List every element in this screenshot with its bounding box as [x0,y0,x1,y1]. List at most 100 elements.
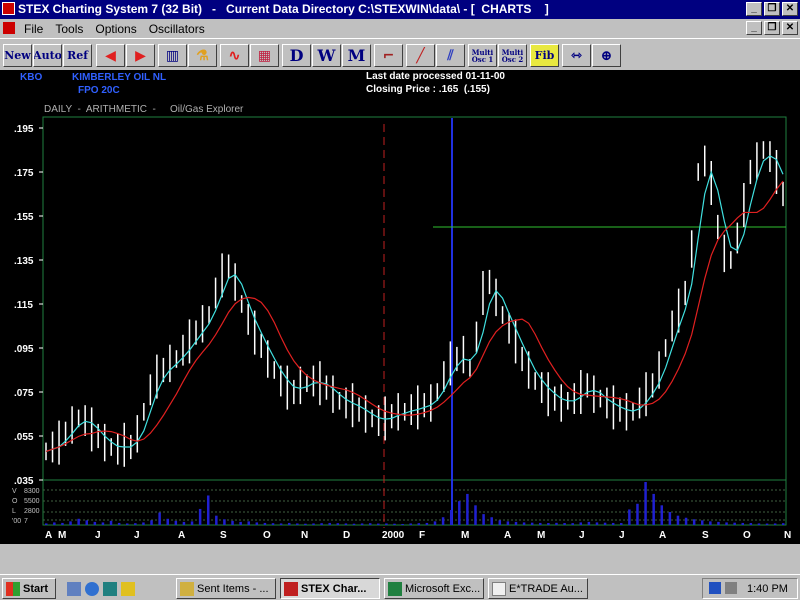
volume-bar [490,517,493,525]
window-bottom [0,544,800,574]
flask-icon[interactable]: ⚗ [188,44,217,67]
volume-bar [765,523,769,525]
price-chart[interactable]: .195.175.155.135.115.095.075.055.035VOL'… [0,70,800,544]
measure-icon[interactable]: ⇿ [562,44,591,67]
channel-icon-quick[interactable] [103,581,117,596]
ref-button[interactable]: Ref [63,44,92,67]
volume-bar [563,523,566,525]
app-icon[interactable] [2,2,15,15]
volume-bar [749,523,753,525]
volume-bar [85,520,88,525]
auto-button[interactable]: Auto [33,44,62,67]
monthly-button[interactable]: M [342,44,371,67]
volume-bar [668,512,672,525]
volume-bar [247,521,250,525]
fib-button[interactable]: Fib [530,44,559,67]
x-month-label: F [419,530,425,541]
volume-bar [701,520,704,525]
task-sent-items[interactable]: Sent Items - ... [176,578,276,599]
volume-bar [174,520,178,525]
volume-scale-label: 8300 [24,488,40,495]
volume-bar [571,523,574,525]
bar-chart-icon[interactable]: ▥ [158,44,187,67]
y-tick-label: .175 [14,168,34,179]
task-etrade[interactable]: E*TRADE Au... [488,578,588,599]
doc-restore-button[interactable]: ❐ [764,21,780,35]
volume-bar [466,493,469,525]
volume-bar [296,523,299,525]
doc-minimize-button[interactable]: _ [746,21,762,35]
volume-bar [304,523,307,525]
x-month-label: A [504,530,511,541]
volume-bar [757,523,761,525]
multi-osc2-button-label: Multi Osc 2 [501,47,524,64]
volume-bar [93,521,97,525]
weekly-button[interactable]: W [312,44,341,67]
volume-bar [474,505,477,525]
window-title: STEX Charting System 7 (32 Bit) - Curren… [18,2,549,16]
restore-button[interactable]: ❐ [764,2,780,16]
chart-app-icon [284,581,298,596]
x-month-label: D [343,530,350,541]
volume-bar [506,521,510,525]
channel-icon[interactable]: ⫽ [436,44,465,67]
menu-options[interactable]: Options [95,22,136,36]
window-controls: _ ❐ ✕ [746,2,798,16]
volume-bar [198,508,202,525]
line-chart-icon[interactable]: ∿ [220,44,249,67]
task-stex-charts[interactable]: STEX Char... [280,578,380,599]
close-button[interactable]: ✕ [782,2,798,16]
menu-oscillators[interactable]: Oscillators [149,22,205,36]
volume-bar [77,518,80,525]
trendline-corner-icon[interactable]: ⌐ [374,44,403,67]
volume-bar [539,522,542,525]
volume-bar [782,523,785,525]
excel-icon [388,581,402,596]
chart-area[interactable]: KBO KIMBERLEY OIL NL FPO 20C Last date p… [0,70,800,544]
task-excel[interactable]: Microsoft Exc... [384,578,484,599]
grid-chart-icon[interactable]: ▦ [250,44,279,67]
network-icon[interactable] [709,582,721,594]
volume-bar [61,522,64,525]
volume-bar [320,523,323,525]
daily-button[interactable]: D [282,44,311,67]
x-month-label: M [461,530,469,541]
volume-bar [587,521,591,525]
volume-bar [530,522,534,525]
volume-bar [498,520,502,525]
volume-bar [709,521,712,525]
volume-bar [352,523,356,525]
volume-bar [393,523,396,525]
doc-close-button[interactable]: ✕ [782,21,798,35]
new-button[interactable]: New [3,44,32,67]
menu-tools[interactable]: Tools [55,22,83,36]
trendline-icon[interactable]: ╱ [406,44,435,67]
volume-bar [255,522,259,525]
volume-bar [644,482,647,525]
multi-osc2-button[interactable]: Multi Osc 2 [498,44,527,67]
volume-bar [328,522,331,525]
volume-bar [385,523,388,525]
start-button[interactable]: Start [2,578,56,599]
document-window-controls: _ ❐ ✕ [746,21,798,35]
document-icon[interactable] [3,22,15,34]
y-tick-label: .135 [14,256,34,267]
x-month-label: N [784,530,791,541]
app-quick-icon[interactable] [121,581,135,596]
zoom-icon[interactable]: ⊕ [592,44,621,67]
desktop-icon[interactable] [67,581,81,596]
minimize-button[interactable]: _ [746,2,762,16]
x-month-label: S [702,530,709,541]
scroll-right-icon[interactable]: ▶ [126,44,155,67]
volume-bar [69,521,72,525]
menu-file[interactable]: File [24,22,43,36]
ref-button-label: Ref [67,49,88,62]
speaker-icon[interactable] [725,582,737,594]
volume-bar [109,520,113,525]
volume-scale-label: 2800 [24,508,40,515]
scroll-left-icon[interactable]: ◀ [96,44,125,67]
browser-icon[interactable] [85,581,99,596]
volume-bar [741,522,745,525]
multi-osc1-button[interactable]: Multi Osc 1 [468,44,497,67]
daily-button-label: D [289,46,304,65]
